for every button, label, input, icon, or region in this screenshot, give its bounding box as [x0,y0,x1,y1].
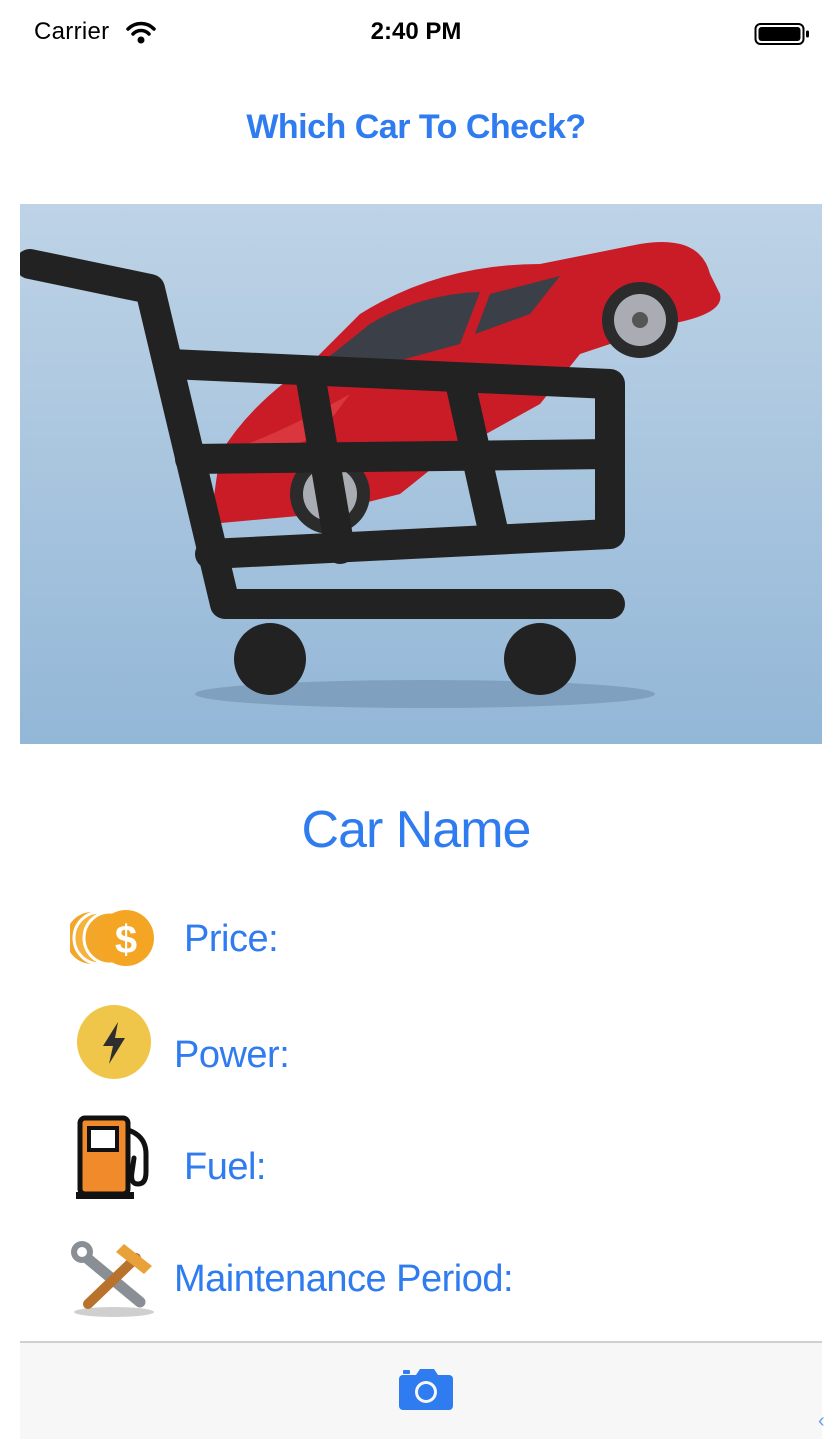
fuel-pump-icon [76,1115,149,1199]
spec-row-power: Power: [0,1000,832,1100]
car-name: Car Name [301,801,532,859]
spec-label-power: Power: [174,1034,290,1076]
wrench-hammer-icon [71,1241,154,1317]
battery-icon [754,23,809,45]
page-title: Which Car To Check? [246,108,586,146]
status-time: 2:40 PM [370,18,462,45]
spec-label-maintenance: Maintenance Period: [174,1258,514,1300]
camera-icon[interactable] [398,1367,454,1411]
shopping-cart-car-illustration [20,242,721,708]
coins-dollar-icon: $ [70,910,154,966]
bottom-toolbar [20,1341,822,1439]
spec-label-price: Price: [184,918,279,960]
spec-row-maintenance: Maintenance Period: [0,1228,832,1328]
spec-row-price: $ Price: [0,890,832,990]
status-bar: Carrier 2:40 PM [0,0,832,66]
spec-row-fuel: Fuel: [0,1112,832,1212]
spec-label-fuel: Fuel: [184,1146,266,1188]
chevron-left-icon: ‹ [818,1410,825,1432]
hero-image [20,204,822,744]
svg-text:$: $ [115,918,137,962]
lightning-bolt-icon [77,1005,151,1079]
